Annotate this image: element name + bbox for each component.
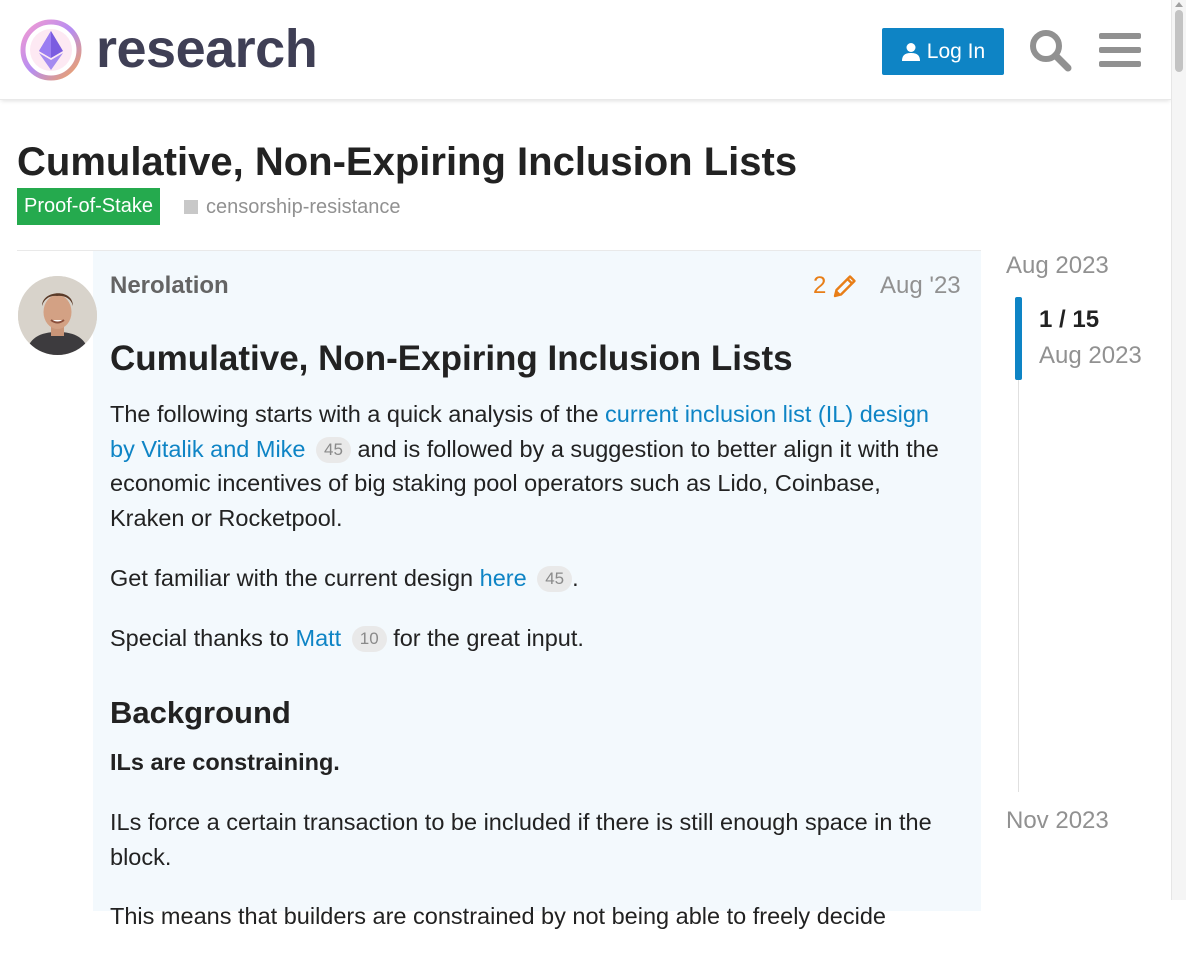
- topic-tag[interactable]: censorship-resistance: [184, 192, 401, 222]
- paragraph-familiar: Get familiar with the current design her…: [110, 561, 960, 596]
- matt-link[interactable]: Matt: [296, 625, 342, 651]
- tag-label: censorship-resistance: [206, 195, 401, 218]
- avatar[interactable]: [18, 276, 97, 355]
- link-click-count: 10: [351, 625, 387, 652]
- bold-statement: ILs are constraining.: [110, 749, 340, 776]
- scroll-up-arrow-icon[interactable]: [1175, 2, 1183, 7]
- site-name[interactable]: research: [96, 14, 318, 84]
- link-click-count: 45: [316, 436, 351, 463]
- topic-title[interactable]: Cumulative, Non-Expiring Inclusion Lists: [17, 138, 797, 186]
- ethereum-logo[interactable]: [19, 18, 83, 82]
- category-badge[interactable]: Proof-of-Stake: [17, 188, 160, 225]
- site-header: research Log In: [0, 0, 1171, 100]
- hamburger-menu-icon[interactable]: [1099, 31, 1141, 69]
- pencil-icon: [834, 275, 857, 298]
- timeline-position: 1 / 15: [1039, 306, 1100, 333]
- timeline-end-date[interactable]: Nov 2023: [1006, 807, 1109, 835]
- section-heading: Background: [110, 695, 291, 731]
- post-heading: Cumulative, Non-Expiring Inclusion Lists: [110, 339, 793, 378]
- timeline-start-date[interactable]: Aug 2023: [1006, 252, 1109, 280]
- text-span: .: [572, 564, 579, 591]
- edit-count: 2: [813, 272, 827, 299]
- login-label: Log In: [926, 39, 986, 63]
- post-date[interactable]: Aug '23: [880, 272, 961, 300]
- scroll-thumb[interactable]: [1175, 10, 1183, 72]
- user-icon: [901, 42, 920, 61]
- tag-square-icon: [184, 200, 198, 214]
- post-content: Cumulative, Non-Expiring Inclusion Lists…: [110, 336, 960, 959]
- here-link[interactable]: here: [480, 565, 527, 591]
- text-span: Get familiar with the current design: [110, 564, 480, 591]
- paragraph-ils: ILs force a certain transaction to be in…: [110, 808, 932, 870]
- timeline-handle[interactable]: [1015, 297, 1022, 380]
- text-span: The following starts with a quick analys…: [110, 401, 606, 427]
- post-username[interactable]: Nerolation: [110, 272, 229, 300]
- search-icon[interactable]: [1028, 28, 1072, 72]
- timeline-position-date: Aug 2023: [1039, 342, 1142, 369]
- page-scrollbar[interactable]: [1171, 0, 1186, 900]
- link-click-count: 45: [537, 565, 573, 592]
- text-span: Special thanks to: [110, 624, 296, 651]
- avatar-image: [18, 276, 97, 355]
- paragraph-partial: This means that builders are constrained…: [110, 903, 886, 930]
- paragraph-intro: The following starts with a quick analys…: [110, 397, 960, 536]
- login-button[interactable]: Log In: [882, 28, 1004, 75]
- paragraph-thanks: Special thanks to Matt 10 for the great …: [110, 621, 960, 656]
- text-span: for the great input.: [386, 624, 584, 651]
- edit-history-button[interactable]: 2: [813, 272, 858, 300]
